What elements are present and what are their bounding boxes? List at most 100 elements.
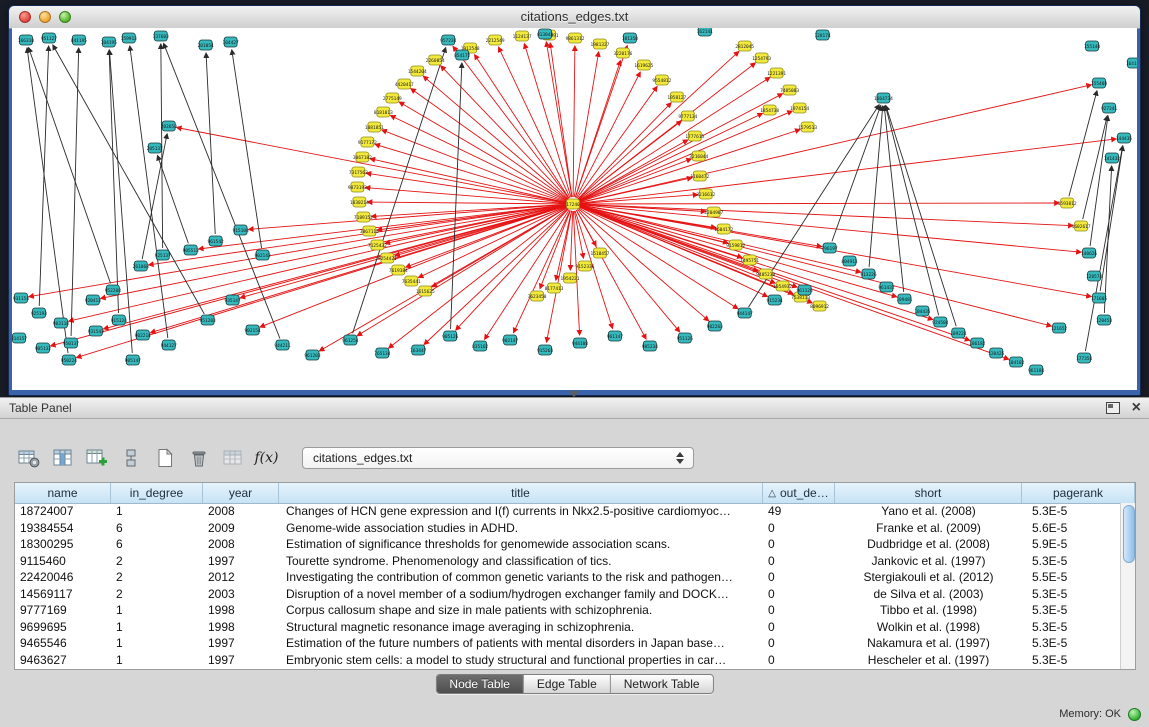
- table-cell[interactable]: 0: [763, 619, 835, 636]
- graph-node[interactable]: 951203: [200, 315, 216, 325]
- table-row[interactable]: 977716911998Corpus callosum shape and si…: [15, 602, 1120, 619]
- table-cell[interactable]: 2008: [203, 536, 279, 553]
- table-cell[interactable]: 0: [763, 586, 835, 603]
- table-cell[interactable]: 1: [111, 619, 203, 636]
- table-row[interactable]: 969969511998Structural magnetic resonanc…: [15, 619, 1120, 636]
- table-cell[interactable]: 5.3E-5: [1022, 503, 1120, 520]
- table-cell[interactable]: 2003: [203, 586, 279, 603]
- table-cell[interactable]: 5.6E-5: [1022, 520, 1120, 537]
- graph-node[interactable]: 17240: [566, 199, 580, 209]
- table-cell[interactable]: 6: [111, 536, 203, 553]
- graph-node[interactable]: 1081851: [365, 122, 384, 132]
- graph-node[interactable]: 905147: [125, 355, 141, 365]
- table-cell[interactable]: 0: [763, 652, 835, 669]
- graph-node[interactable]: 796197: [821, 243, 837, 253]
- table-cell[interactable]: 5.3E-5: [1022, 652, 1120, 669]
- graph-node[interactable]: 7317563: [349, 167, 368, 177]
- graph-node[interactable]: 109481: [896, 294, 912, 304]
- graph-node[interactable]: 1958127: [667, 92, 686, 102]
- graph-node[interactable]: 1604172: [714, 224, 733, 234]
- column-header-short[interactable]: short: [835, 483, 1022, 503]
- graph-node[interactable]: 1615625: [416, 286, 435, 296]
- table-cell[interactable]: Changes of HCN gene expression and I(f) …: [279, 503, 763, 520]
- row-options-button[interactable]: [118, 446, 143, 471]
- table-cell[interactable]: 5.5E-5: [1022, 569, 1120, 586]
- graph-node[interactable]: 804913: [841, 256, 857, 266]
- graph-node[interactable]: 915124: [111, 315, 127, 325]
- table-cell[interactable]: de Silva et al. (2003): [835, 586, 1022, 603]
- table-cell[interactable]: 1: [111, 503, 203, 520]
- table-cell[interactable]: 1998: [203, 602, 279, 619]
- graph-node[interactable]: 927341: [1101, 103, 1117, 113]
- table-cell[interactable]: 1997: [203, 652, 279, 669]
- table-cell[interactable]: Disruption of a novel member of a sodium…: [279, 586, 763, 603]
- table-cell[interactable]: 2: [111, 569, 203, 586]
- graph-node[interactable]: 7189152: [354, 212, 373, 222]
- graph-node[interactable]: 109224: [950, 328, 966, 338]
- graph-node[interactable]: 961184: [1028, 365, 1044, 375]
- graph-node[interactable]: 104182: [1008, 357, 1024, 367]
- graph-node[interactable]: 9177172: [358, 137, 377, 147]
- table-row[interactable]: 1938455462009Genome-wide association stu…: [15, 520, 1120, 537]
- table-cell[interactable]: Estimation of significance thresholds fo…: [279, 536, 763, 553]
- graph-node[interactable]: 2204907: [704, 207, 723, 217]
- table-cell[interactable]: 1997: [203, 553, 279, 570]
- graph-node[interactable]: 1579513: [798, 122, 817, 132]
- graph-node[interactable]: 203650: [161, 121, 177, 131]
- graph-node[interactable]: 9873193: [348, 182, 367, 192]
- splitter-handle[interactable]: [568, 391, 580, 397]
- table-cell[interactable]: 6: [111, 520, 203, 537]
- graph-node[interactable]: 201054: [198, 40, 214, 50]
- graph-node[interactable]: 181350: [622, 33, 638, 43]
- graph-node[interactable]: 7485083: [780, 85, 799, 95]
- graph-node[interactable]: 1602617: [1072, 221, 1091, 231]
- graph-node[interactable]: 128574: [1086, 271, 1102, 281]
- column-header-in_degree[interactable]: in_degree: [111, 483, 203, 503]
- graph-node[interactable]: 104435: [914, 306, 930, 316]
- tab-network-table[interactable]: Network Table: [611, 675, 713, 693]
- column-header-pagerank[interactable]: pagerank: [1022, 483, 1135, 503]
- graph-node[interactable]: 765134: [374, 348, 390, 358]
- graph-node[interactable]: 931154: [13, 293, 29, 303]
- network-view[interactable]: 1724022608541544204442041727751498181813…: [12, 28, 1137, 390]
- table-cell[interactable]: Estimation of the future numbers of pati…: [279, 635, 763, 652]
- new-attribute-button[interactable]: [152, 446, 177, 471]
- table-cell[interactable]: Stergiakouli et al. (2012): [835, 569, 1022, 586]
- graph-node[interactable]: 913226: [860, 269, 876, 279]
- graph-node[interactable]: 835162: [472, 341, 488, 351]
- table-cell[interactable]: 18724007: [15, 503, 111, 520]
- table-cell[interactable]: Embryonic stem cells: a model to study s…: [279, 652, 763, 669]
- table-cell[interactable]: 5.3E-5: [1022, 635, 1120, 652]
- graph-node[interactable]: 7635441: [402, 276, 421, 286]
- graph-node[interactable]: 7619384: [389, 265, 408, 275]
- table-cell[interactable]: 2012: [203, 569, 279, 586]
- graph-node[interactable]: 120453: [1096, 315, 1112, 325]
- graph-node[interactable]: 4420417: [395, 79, 414, 89]
- table-cell[interactable]: 2: [111, 586, 203, 603]
- close-window-button[interactable]: [19, 11, 31, 23]
- column-header-name[interactable]: name: [15, 483, 111, 503]
- graph-node[interactable]: 961542: [208, 236, 224, 246]
- table-cell[interactable]: 9465546: [15, 635, 111, 652]
- graph-node[interactable]: 902214: [135, 330, 151, 340]
- graph-node[interactable]: 8177413: [545, 283, 564, 293]
- graph-node[interactable]: 144435: [1116, 133, 1132, 143]
- graph-node[interactable]: 902154: [244, 325, 260, 335]
- graph-node[interactable]: 1054932: [773, 281, 792, 291]
- graph-node[interactable]: 1981327: [591, 39, 610, 49]
- graph-node[interactable]: 205137: [147, 143, 163, 153]
- graph-node[interactable]: 2812045: [735, 41, 754, 51]
- graph-node[interactable]: 905132: [35, 343, 51, 353]
- column-header-title[interactable]: title: [279, 483, 763, 503]
- table-cell[interactable]: 5.3E-5: [1022, 619, 1120, 636]
- graph-node[interactable]: 924504: [932, 317, 948, 327]
- network-window-titlebar[interactable]: citations_edges.txt: [9, 6, 1140, 29]
- graph-node[interactable]: 162141: [697, 28, 713, 36]
- zoom-window-button[interactable]: [59, 11, 71, 23]
- graph-node[interactable]: 2212549: [486, 35, 505, 45]
- graph-node[interactable]: 925137: [155, 250, 171, 260]
- table-cell[interactable]: 22420046: [15, 569, 111, 586]
- table-cell[interactable]: Tibbo et al. (1998): [835, 602, 1022, 619]
- graph-node[interactable]: 1254793: [752, 53, 771, 63]
- graph-node[interactable]: 8096912: [810, 301, 829, 311]
